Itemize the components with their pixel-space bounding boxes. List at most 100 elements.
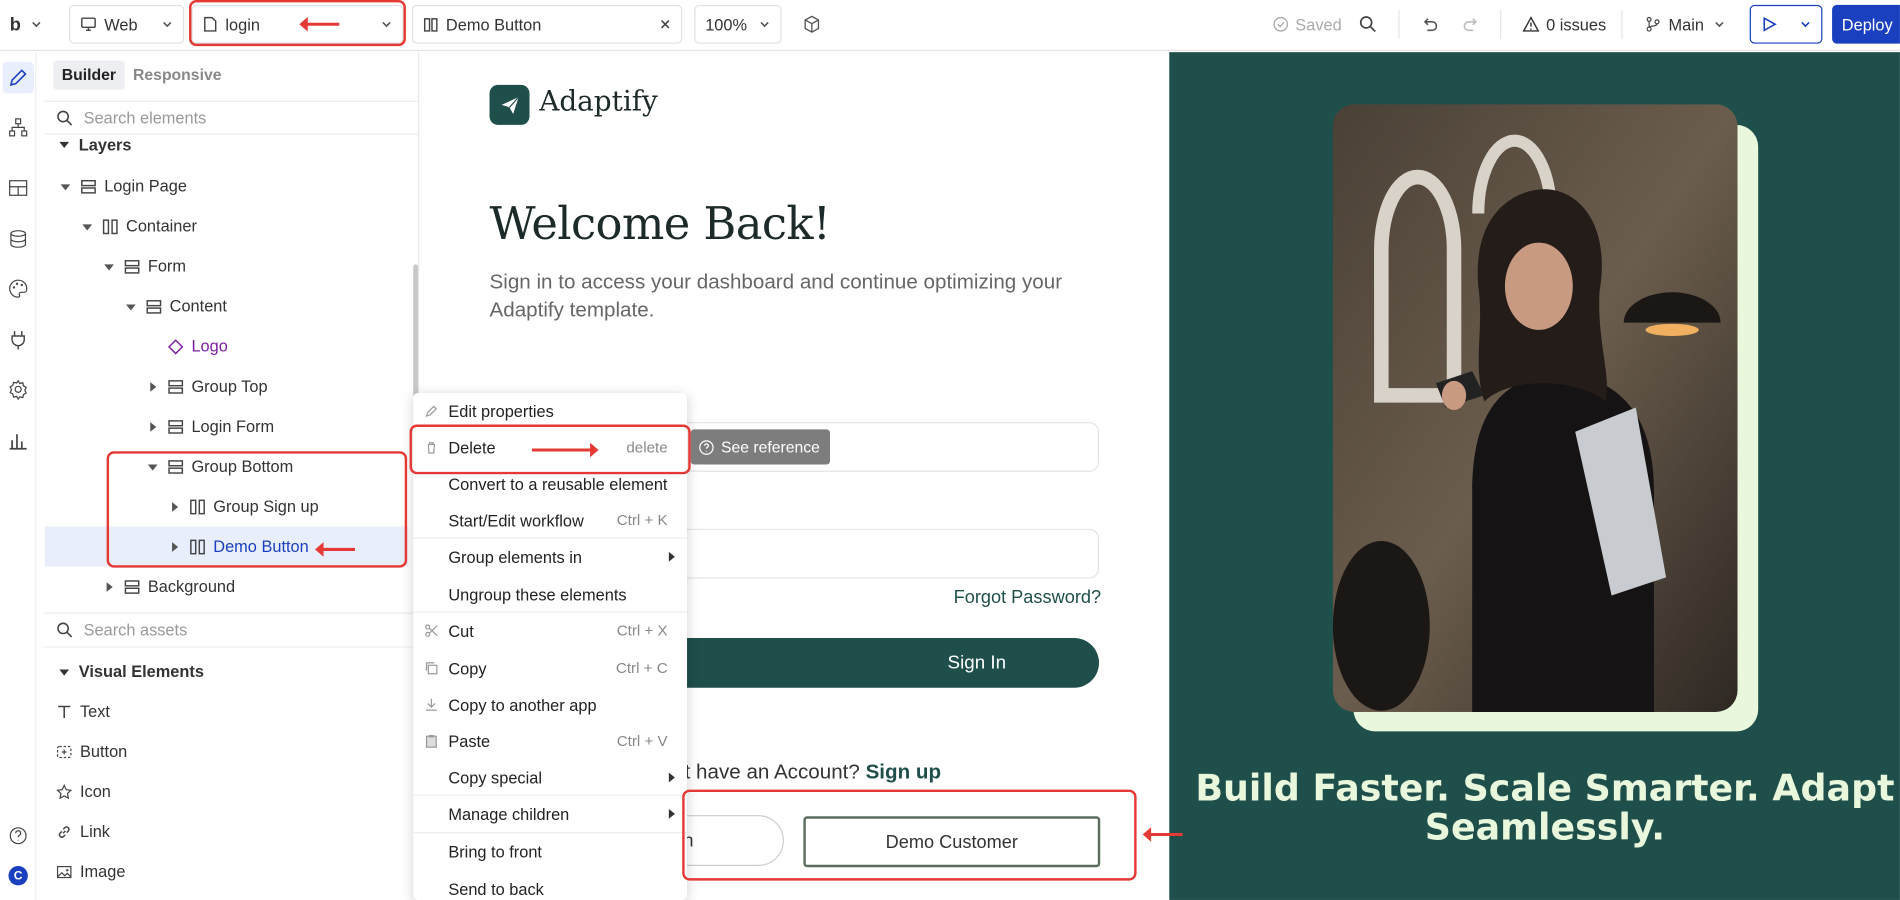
asset-link[interactable]: Link: [56, 811, 110, 851]
caret-down-icon[interactable]: [104, 261, 114, 271]
download-icon: [425, 698, 437, 711]
layer-label: Background: [147, 577, 236, 596]
layer-row[interactable]: Content: [126, 286, 227, 326]
submenu-arrow-icon: [668, 772, 675, 783]
star-icon: [56, 783, 73, 799]
preview-button[interactable]: [1749, 4, 1823, 44]
menu-item-ungroup-these-elements[interactable]: Ungroup these elements: [413, 576, 687, 612]
menu-item-label: Bring to front: [448, 842, 542, 861]
layer-row[interactable]: Background: [104, 566, 235, 606]
caret-right-icon[interactable]: [148, 381, 158, 392]
app-logo[interactable]: b: [10, 5, 43, 44]
deploy-button[interactable]: Deploy: [1832, 4, 1900, 44]
layer-label: Form: [147, 257, 186, 276]
layer-row[interactable]: Login Form: [148, 406, 274, 446]
sign-in-button[interactable]: Sign In: [662, 637, 1100, 688]
tab-builder[interactable]: Builder: [53, 60, 125, 90]
menu-item-paste[interactable]: Paste Ctrl + V: [413, 723, 687, 759]
branch-selector[interactable]: Main: [1644, 5, 1726, 44]
menu-item-label: Ungroup these elements: [448, 585, 627, 604]
search-icon: [57, 110, 73, 126]
password-field[interactable]: [662, 528, 1100, 579]
asset-link-label: Link: [79, 822, 110, 841]
pencil-icon[interactable]: [7, 67, 29, 89]
menu-item-label: Edit properties: [448, 402, 554, 421]
menu-item-send-to-back[interactable]: Send to back: [413, 871, 687, 900]
sign-in-label: Sign In: [947, 651, 1007, 673]
caret-down-icon[interactable]: [60, 181, 71, 191]
hierarchy-icon[interactable]: [7, 116, 29, 138]
chart-icon[interactable]: [7, 429, 29, 451]
menu-item-manage-children[interactable]: Manage children: [413, 796, 687, 832]
layer-row[interactable]: Logo: [148, 326, 228, 366]
image-icon: [56, 865, 72, 878]
menu-item-group-elements-in[interactable]: Group elements in: [413, 539, 687, 575]
layer-row[interactable]: Container: [82, 206, 197, 246]
layers-header[interactable]: Layers: [59, 126, 132, 162]
visual-elements-header[interactable]: Visual Elements: [59, 651, 204, 691]
layout-icon[interactable]: [7, 177, 29, 199]
issues-button[interactable]: 0 issues: [1522, 5, 1606, 44]
search-icon: [57, 622, 73, 638]
app-logo-text: b: [9, 13, 21, 35]
menu-item-copy-special[interactable]: Copy special: [413, 759, 687, 795]
paste-icon: [425, 735, 437, 748]
zoom-selector[interactable]: 100%: [694, 4, 782, 44]
menu-item-bring-to-front[interactable]: Bring to front: [413, 833, 687, 869]
woman-photo: [1332, 104, 1738, 712]
caret-right-icon[interactable]: [104, 581, 114, 592]
caret-down-icon[interactable]: [126, 301, 136, 311]
copy-icon: [425, 662, 438, 675]
arrow-left-icon: [299, 16, 340, 32]
search-assets[interactable]: Search assets: [43, 612, 420, 648]
asset-text[interactable]: Text: [56, 691, 110, 731]
element-tab[interactable]: Demo Button: [411, 4, 683, 44]
settings-icon[interactable]: [7, 378, 29, 401]
plug-icon[interactable]: [7, 329, 29, 351]
stack-icon: [81, 179, 96, 193]
search-button[interactable]: [1358, 5, 1377, 44]
menu-item-label: Manage children: [448, 804, 570, 823]
check-circle-icon: [1273, 16, 1289, 32]
zoom-label: 100%: [705, 15, 748, 34]
forgot-password-link[interactable]: Forgot Password?: [954, 587, 1102, 608]
layer-row[interactable]: Group Top: [148, 366, 268, 406]
caret-right-icon[interactable]: [148, 421, 158, 432]
layer-row[interactable]: Form: [104, 246, 186, 286]
menu-item-label: Copy to another app: [448, 695, 597, 714]
stack-icon: [124, 259, 140, 274]
platform-selector[interactable]: Web: [69, 4, 185, 44]
help-icon[interactable]: [7, 825, 29, 847]
asset-icon[interactable]: Icon: [56, 771, 111, 811]
layer-row[interactable]: Login Page: [60, 166, 187, 206]
warning-icon: [1522, 16, 1540, 32]
sign-up-link[interactable]: Sign up: [866, 760, 942, 783]
button-icon: [56, 745, 72, 758]
avatar[interactable]: C: [8, 866, 28, 886]
database-icon[interactable]: [7, 228, 29, 250]
chevron-down-icon: [32, 21, 41, 28]
menu-item-label: Copy special: [448, 768, 542, 787]
help-circle-icon: [699, 439, 714, 455]
tab-responsive[interactable]: Responsive: [125, 61, 230, 90]
undo-button[interactable]: [1420, 5, 1439, 44]
asset-button[interactable]: Button: [56, 731, 127, 771]
panel-scrollbar[interactable]: [413, 264, 419, 398]
caret-down-icon[interactable]: [82, 221, 93, 231]
stack-icon: [146, 299, 162, 314]
brand-logo: [489, 84, 530, 125]
menu-item-shortcut: Ctrl + K: [616, 511, 668, 529]
asset-image[interactable]: Image: [56, 851, 125, 891]
columns-icon: [102, 218, 118, 234]
menu-item-start-edit-workflow[interactable]: Start/Edit workflow Ctrl + K: [413, 502, 687, 538]
close-icon[interactable]: [659, 18, 671, 30]
branch-icon: [1646, 16, 1660, 32]
menu-item-cut[interactable]: Cut Ctrl + X: [413, 613, 687, 649]
cube-button[interactable]: [802, 5, 821, 44]
palette-icon[interactable]: [7, 278, 29, 300]
menu-item-copy-to-another-app[interactable]: Copy to another app: [413, 687, 687, 723]
see-reference-tooltip[interactable]: See reference: [690, 429, 831, 465]
menu-item-label: Group elements in: [448, 547, 582, 566]
menu-item-copy[interactable]: Copy Ctrl + C: [413, 650, 687, 686]
redo-button[interactable]: [1461, 5, 1480, 44]
